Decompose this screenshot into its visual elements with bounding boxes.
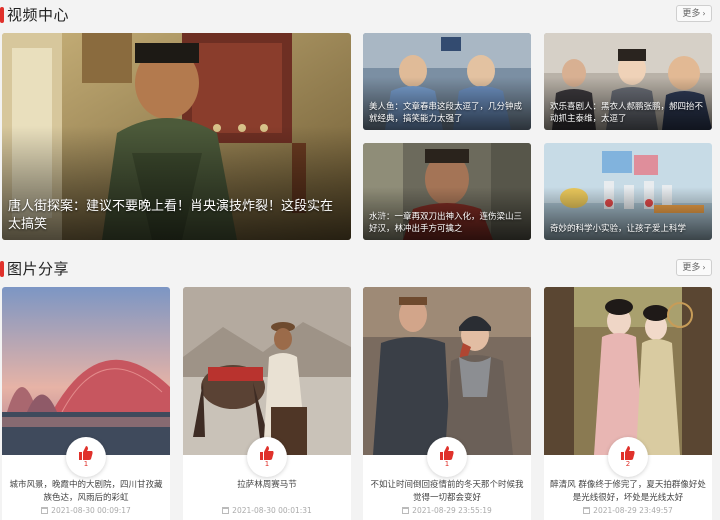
picture-section-title: 图片分享 [7,260,70,278]
timestamp-text: 2021-08-29 23:55:19 [412,506,492,515]
picture-card[interactable]: 1 不如让时间倒回疫情前的冬天那个时候我觉得一切都会变好 2021-08-29 … [363,287,531,520]
timestamp-text: 2021-08-29 23:49:57 [593,506,673,515]
picture-card[interactable]: 1 城市风景，晚霞中的大剧院，四川甘孜藏族色达，风雨后的彩虹 2021-08-3… [2,287,170,520]
thumbs-up-icon [440,446,454,460]
like-button[interactable]: 1 [66,437,106,477]
video-section-title: 视频中心 [7,6,70,24]
picture-description: 不如让时间倒回疫情前的冬天那个时候我觉得一切都会变好 [370,480,524,503]
picture-more-button[interactable]: 更多 › [676,259,712,276]
calendar-icon [583,507,591,514]
calendar-icon [402,507,410,514]
picture-image [2,287,170,455]
video-caption: 唐人街探案：建议不要晚上看！肖央演技炸裂！这段实在太搞笑 [8,199,334,232]
timestamp-text: 2021-08-30 00:09:17 [51,506,131,515]
calendar-icon [41,507,49,514]
like-button[interactable]: 2 [608,437,648,477]
like-button[interactable]: 1 [247,437,287,477]
chevron-right-icon: › [702,263,706,272]
section-accent-bar [0,261,4,277]
video-item-featured[interactable]: 唐人街探案：建议不要晚上看！肖央演技炸裂！这段实在太搞笑 [2,33,351,240]
video-caption: 美人鱼：文章春串这段太逗了，几分钟成就经典，搞笑能力太强了 [369,102,523,124]
chevron-right-icon: › [702,9,706,18]
more-label: 更多 [682,9,701,19]
like-count: 1 [264,460,270,468]
picture-image [363,287,531,455]
video-item[interactable]: 欢乐喜剧人：黑衣人郝鹏张鹏，郝四抬不动抓主泰维，太逗了 [544,33,712,130]
picture-timestamp: 2021-08-30 00:09:17 [2,506,170,515]
picture-description: 城市风景，晚霞中的大剧院，四川甘孜藏族色达，风雨后的彩虹 [9,480,163,503]
more-label: 更多 [682,263,701,273]
section-accent-bar [0,7,4,23]
video-caption: 欢乐喜剧人：黑衣人郝鹏张鹏，郝四抬不动抓主泰维，太逗了 [550,102,704,124]
video-more-button[interactable]: 更多 › [676,5,712,22]
picture-timestamp: 2021-08-30 00:01:31 [183,506,351,515]
video-section-header: 视频中心 更多 › [0,2,720,28]
timestamp-text: 2021-08-30 00:01:31 [232,506,312,515]
video-item[interactable]: 水浒：一章再双刀出神入化，连伤梁山三好汉，林冲出手方可擒之 [363,143,531,240]
video-item[interactable]: 奇妙的科学小实验，让孩子爱上科学 [544,143,712,240]
picture-description: 拉萨林周赛马节 [237,480,297,490]
like-count: 1 [444,460,450,468]
picture-image [183,287,351,455]
video-caption: 奇妙的科学小实验，让孩子爱上科学 [550,224,687,234]
picture-card[interactable]: 1 拉萨林周赛马节 2021-08-30 00:01:31 [183,287,351,520]
picture-card[interactable]: 2 醉清风 群像终于修完了，夏天拍群像好处是光线很好，坏处是光线太好 2021-… [544,287,712,520]
video-item[interactable]: 美人鱼：文章春串这段太逗了，几分钟成就经典，搞笑能力太强了 [363,33,531,130]
thumbs-up-icon [621,446,635,460]
picture-section-header: 图片分享 更多 › [0,256,720,282]
like-button[interactable]: 1 [427,437,467,477]
calendar-icon [222,507,230,514]
like-count: 2 [625,460,631,468]
like-count: 1 [83,460,89,468]
video-caption: 水浒：一章再双刀出神入化，连伤梁山三好汉，林冲出手方可擒之 [369,212,523,234]
picture-timestamp: 2021-08-29 23:55:19 [363,506,531,515]
picture-description: 醉清风 群像终于修完了，夏天拍群像好处是光线很好，坏处是光线太好 [550,480,706,503]
picture-image [544,287,712,455]
picture-timestamp: 2021-08-29 23:49:57 [544,506,712,515]
thumbs-up-icon [260,446,274,460]
thumbs-up-icon [79,446,93,460]
